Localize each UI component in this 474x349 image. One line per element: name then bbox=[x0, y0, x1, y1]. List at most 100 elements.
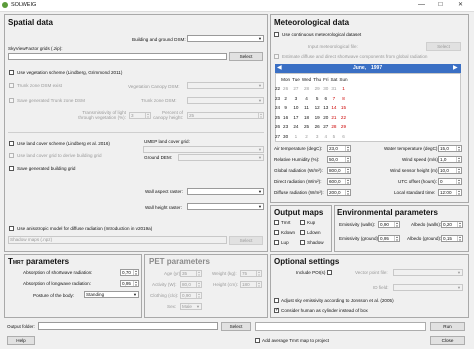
adjust-sky-checkbox[interactable] bbox=[274, 298, 279, 303]
next-month-icon[interactable]: ▶ bbox=[453, 64, 458, 71]
spin-arrows-icon[interactable]: ▴ ▾ bbox=[345, 168, 350, 174]
skyview-select-button[interactable]: Select bbox=[229, 52, 263, 61]
spin-arrows-icon[interactable]: ▴ ▾ bbox=[394, 236, 399, 242]
tmrt-checkbox[interactable] bbox=[274, 220, 279, 225]
calendar-day[interactable]: 9 bbox=[280, 103, 291, 113]
include-poi-checkbox[interactable] bbox=[327, 270, 332, 275]
utc-spinbox[interactable]: 0 ▴ ▾ bbox=[438, 178, 462, 185]
calendar-day[interactable]: 18 bbox=[301, 113, 312, 123]
shadow-maps-select-button[interactable]: Select bbox=[229, 236, 263, 245]
calendar-year[interactable]: 1997 bbox=[371, 65, 382, 71]
use-continuous-checkbox[interactable] bbox=[274, 32, 279, 37]
clothing-spinbox[interactable]: 0,90 ▴ ▾ bbox=[180, 292, 202, 299]
water-temp-spinbox[interactable]: 15,0 ▴ ▾ bbox=[438, 145, 462, 152]
calendar-day[interactable]: 4 bbox=[301, 94, 312, 104]
calendar-day[interactable]: 4 bbox=[322, 132, 329, 142]
calendar-day[interactable]: 27 bbox=[291, 84, 301, 94]
spin-arrows-icon[interactable]: ▴ ▾ bbox=[196, 271, 201, 277]
calendar-day[interactable]: 20 bbox=[322, 113, 329, 123]
use-vegetation-checkbox[interactable] bbox=[9, 70, 14, 75]
calendar-day[interactable]: 27 bbox=[322, 122, 329, 132]
direct-rad-spinbox[interactable]: 600,0 ▴ ▾ bbox=[327, 178, 351, 185]
trunk-exist-checkbox[interactable] bbox=[9, 83, 14, 88]
air-temp-spinbox[interactable]: 23,0 ▴ ▾ bbox=[327, 145, 351, 152]
calendar-day[interactable]: 7 bbox=[329, 94, 338, 104]
calendar-day[interactable]: 8 bbox=[338, 94, 348, 104]
emis-ground-spinbox[interactable]: 0,95 ▴ ▾ bbox=[378, 235, 400, 242]
calendar-day[interactable]: 30 bbox=[322, 84, 329, 94]
percent-canopy-spinbox[interactable]: 25 ▴ ▾ bbox=[187, 112, 264, 119]
id-field-select[interactable]: ▼ bbox=[393, 284, 463, 291]
calendar-day[interactable]: 29 bbox=[312, 84, 322, 94]
calendar-day[interactable]: 23 bbox=[280, 122, 291, 132]
local-time-spinbox[interactable]: 12:00 ▴ ▾ bbox=[438, 189, 462, 196]
output-folder-input[interactable] bbox=[38, 322, 218, 330]
calendar-day[interactable]: 3 bbox=[312, 132, 322, 142]
spin-arrows-icon[interactable]: ▴ ▾ bbox=[196, 293, 201, 299]
use-landcover-derive-checkbox[interactable] bbox=[9, 153, 14, 158]
save-building-checkbox[interactable] bbox=[9, 166, 14, 171]
calendar-day[interactable]: 26 bbox=[280, 84, 291, 94]
spin-arrows-icon[interactable]: ▴ ▾ bbox=[258, 113, 263, 119]
diffuse-rad-spinbox[interactable]: 200,0 ▴ ▾ bbox=[327, 189, 351, 196]
kdown-checkbox[interactable] bbox=[274, 230, 279, 235]
prev-month-icon[interactable]: ◀ bbox=[277, 64, 282, 71]
met-select-button[interactable]: Select bbox=[426, 42, 461, 51]
wall-aspect-select[interactable]: ▼ bbox=[187, 188, 264, 195]
calendar-day[interactable]: 6 bbox=[338, 132, 348, 142]
consider-human-checkbox[interactable] bbox=[274, 307, 279, 313]
add-average-checkbox[interactable] bbox=[255, 338, 260, 343]
run-button[interactable]: Run bbox=[430, 322, 465, 331]
spin-arrows-icon[interactable]: ▴ ▾ bbox=[345, 146, 350, 152]
calendar-day[interactable]: 13 bbox=[322, 103, 329, 113]
activity-spinbox[interactable]: 80,0 ▴ ▾ bbox=[180, 281, 202, 288]
spin-arrows-icon[interactable]: ▴ ▾ bbox=[394, 222, 399, 228]
abs-long-spinbox[interactable]: 0,95 ▴ ▾ bbox=[120, 280, 139, 287]
minimize-button[interactable]: — bbox=[418, 1, 425, 8]
close-button[interactable]: Close bbox=[430, 336, 465, 345]
building-dsm-select[interactable]: ▼ bbox=[187, 35, 264, 42]
kup-checkbox[interactable] bbox=[300, 220, 305, 225]
calendar-day[interactable]: 19 bbox=[312, 113, 322, 123]
wind-speed-spinbox[interactable]: 1,0 ▴ ▾ bbox=[438, 156, 462, 163]
weight-spinbox[interactable]: 75 ▴ ▾ bbox=[240, 270, 262, 277]
skyview-input[interactable] bbox=[8, 53, 227, 60]
calendar-day[interactable]: 17 bbox=[291, 113, 301, 123]
spin-arrows-icon[interactable]: ▴ ▾ bbox=[456, 179, 461, 185]
spin-arrows-icon[interactable]: ▴ ▾ bbox=[456, 168, 461, 174]
albedo-ground-spinbox[interactable]: 0,15 ▴ ▾ bbox=[441, 235, 463, 242]
calendar-day[interactable]: 6 bbox=[322, 94, 329, 104]
calendar-day[interactable]: 15 bbox=[338, 103, 348, 113]
calendar-day[interactable]: 1 bbox=[338, 84, 348, 94]
albedo-walls-spinbox[interactable]: 0,20 ▴ ▾ bbox=[441, 221, 463, 228]
emis-walls-spinbox[interactable]: 0,90 ▴ ▾ bbox=[378, 221, 400, 228]
spin-arrows-icon[interactable]: ▴ ▾ bbox=[133, 270, 138, 276]
calendar-day[interactable]: 5 bbox=[329, 132, 338, 142]
calendar-day[interactable]: 28 bbox=[301, 84, 312, 94]
save-trunk-checkbox[interactable] bbox=[9, 98, 14, 103]
trunk-zone-select[interactable]: ▼ bbox=[187, 97, 264, 104]
shadow-checkbox[interactable] bbox=[300, 240, 305, 245]
calendar-day[interactable]: 14 bbox=[329, 103, 338, 113]
spin-arrows-icon[interactable]: ▴ ▾ bbox=[345, 190, 350, 196]
age-spinbox[interactable]: 35 ▴ ▾ bbox=[180, 270, 202, 277]
transmissivity-spinbox[interactable]: 3 ▴ ▾ bbox=[129, 112, 151, 119]
calendar-day[interactable]: 28 bbox=[329, 122, 338, 132]
calendar-day[interactable]: 10 bbox=[291, 103, 301, 113]
spin-arrows-icon[interactable]: ▴ ▾ bbox=[457, 236, 462, 242]
anisotropic-checkbox[interactable] bbox=[9, 226, 14, 231]
spin-arrows-icon[interactable]: ▴ ▾ bbox=[345, 179, 350, 185]
ldown-checkbox[interactable] bbox=[300, 230, 305, 235]
calendar-day[interactable]: 25 bbox=[301, 122, 312, 132]
ground-dem-select[interactable]: ▼ bbox=[178, 154, 264, 161]
veg-canopy-select[interactable]: ▼ bbox=[187, 82, 264, 89]
calendar-day[interactable]: 30 bbox=[280, 132, 291, 142]
wall-height-select[interactable]: ▼ bbox=[187, 203, 264, 210]
calendar-day[interactable]: 22 bbox=[338, 113, 348, 123]
calendar-day[interactable]: 3 bbox=[291, 94, 301, 104]
use-landcover-checkbox[interactable] bbox=[9, 141, 14, 146]
help-button[interactable]: Help bbox=[7, 336, 35, 345]
calendar-day[interactable]: 12 bbox=[312, 103, 322, 113]
sex-select[interactable]: Male ▼ bbox=[180, 303, 202, 310]
spin-arrows-icon[interactable]: ▴ ▾ bbox=[133, 281, 138, 287]
